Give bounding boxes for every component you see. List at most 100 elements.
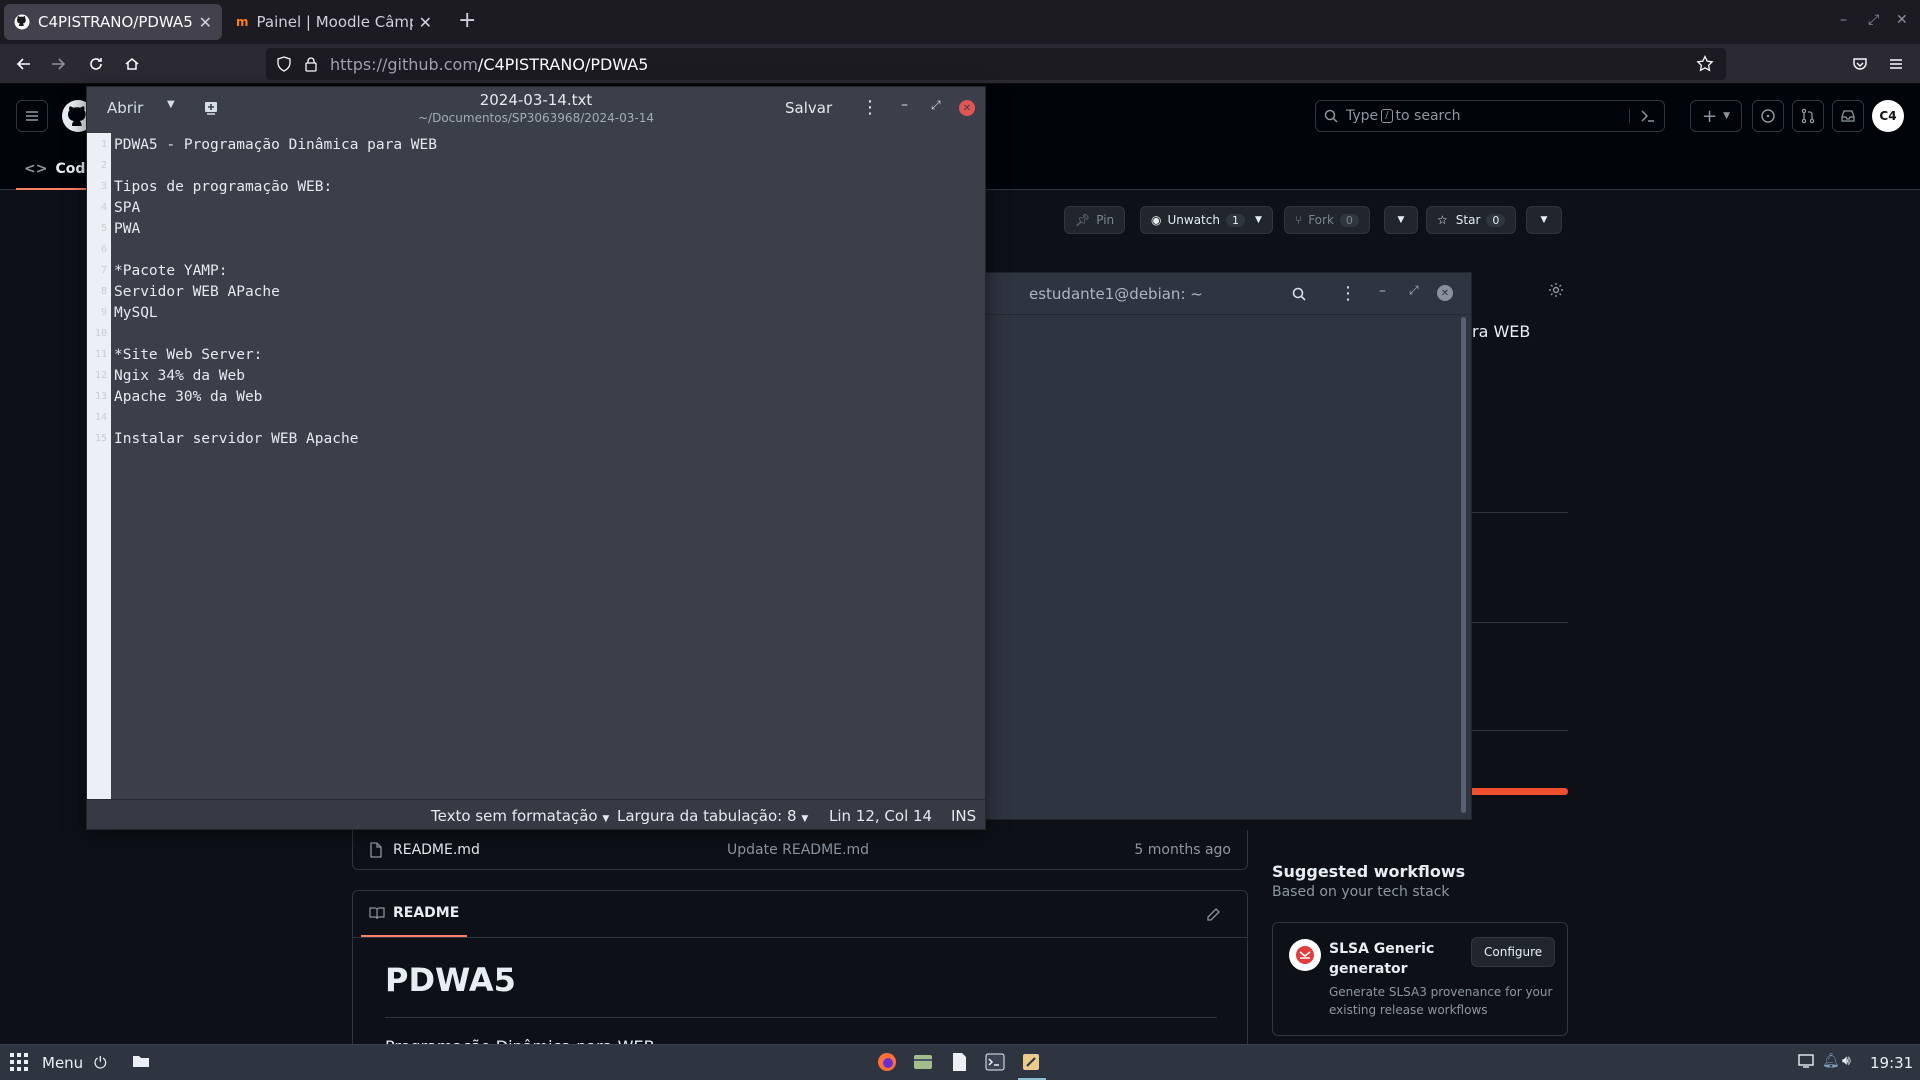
search-icon[interactable]: [1291, 286, 1307, 302]
shield-icon[interactable]: [276, 56, 292, 72]
text-line[interactable]: Tipos de programação WEB:: [114, 179, 332, 195]
url-text: https://github.com/C4PISTRANO/PDWA5: [330, 55, 648, 74]
commit-message-link[interactable]: Update README.md: [727, 842, 869, 858]
file-name-link[interactable]: README.md: [393, 842, 480, 858]
save-button[interactable]: Salvar: [785, 99, 832, 117]
minimize-icon[interactable]: –: [1379, 283, 1386, 299]
editor-headerbar[interactable]: 2024-03-14.txt ~/Documentos/SP3063968/20…: [87, 87, 985, 133]
document-app-icon[interactable]: [948, 1051, 972, 1075]
text-editor-window[interactable]: 2024-03-14.txt ~/Documentos/SP3063968/20…: [86, 86, 986, 830]
fork-label: Fork: [1308, 213, 1334, 227]
line-number: 9: [100, 307, 107, 318]
text-line[interactable]: Ngix 34% da Web: [114, 368, 245, 384]
bookmark-star-icon[interactable]: [1696, 55, 1714, 73]
close-window-icon[interactable]: ✕: [1896, 12, 1908, 28]
close-icon[interactable]: ✕: [959, 100, 975, 116]
home-icon[interactable]: [120, 52, 144, 76]
code-icon: <>: [24, 161, 48, 177]
terminal-window[interactable]: estudante1@debian: ~ ⋮ – ⤢ ✕: [960, 272, 1472, 820]
search-icon: [1324, 109, 1338, 123]
reload-icon[interactable]: [84, 52, 108, 76]
fork-button[interactable]: ⑂ Fork 0: [1284, 206, 1370, 234]
configure-button[interactable]: Configure: [1471, 937, 1556, 967]
fork-dropdown-button[interactable]: ▼: [1384, 206, 1418, 234]
maximize-icon[interactable]: ⤢: [931, 98, 941, 113]
menu-label[interactable]: Menu: [42, 1054, 83, 1072]
terminal-titlebar[interactable]: estudante1@debian: ~ ⋮ – ⤢ ✕: [961, 273, 1471, 315]
readme-tab[interactable]: README: [361, 891, 468, 937]
inbox-icon[interactable]: [1832, 100, 1864, 132]
kebab-menu-icon[interactable]: ⋮: [1339, 283, 1357, 304]
line-number: 6: [100, 244, 107, 255]
github-search-input[interactable]: Type / to search: [1315, 100, 1665, 132]
language-bar: [1472, 788, 1568, 795]
restore-window-icon[interactable]: ⤢: [1868, 12, 1879, 28]
folder-icon[interactable]: [132, 1053, 156, 1077]
text-line[interactable]: SPA: [114, 200, 140, 216]
text-line[interactable]: Instalar servidor WEB Apache: [114, 431, 358, 447]
kebab-menu-icon[interactable]: ⋮: [861, 97, 879, 118]
line-number: 7: [100, 265, 107, 276]
text-editor-app-icon[interactable]: [1020, 1051, 1044, 1075]
unwatch-label: Unwatch: [1167, 213, 1220, 227]
workflow-card: SLSA Generic generator Configure Generat…: [1272, 922, 1568, 1036]
minimize-icon[interactable]: –: [901, 97, 908, 113]
create-new-button[interactable]: + ▼: [1690, 100, 1742, 132]
minimize-window-icon[interactable]: –: [1840, 12, 1847, 28]
chevron-down-icon: ▼: [602, 814, 610, 824]
unwatch-button[interactable]: ◉ Unwatch 1 ▼: [1140, 206, 1273, 234]
text-line[interactable]: PWA: [114, 221, 140, 237]
file-title: 2024-03-14.txt: [479, 91, 593, 109]
terminal-app-icon[interactable]: [984, 1051, 1008, 1075]
files-app-icon[interactable]: [912, 1051, 936, 1075]
text-line[interactable]: Apache 30% da Web: [114, 389, 262, 405]
tab-github[interactable]: C4PISTRANO/PDWA5: Pr ✕: [4, 4, 222, 40]
tab-moodle[interactable]: m Painel | Moodle Câmpus ✕: [226, 4, 442, 40]
about-settings-gear-icon[interactable]: [1548, 282, 1564, 298]
text-line[interactable]: *Site Web Server:: [114, 347, 262, 363]
line-number: 1: [100, 139, 107, 150]
url-bar[interactable]: https://github.com/C4PISTRANO/PDWA5: [266, 48, 1726, 80]
maximize-icon[interactable]: ⤢: [1409, 283, 1419, 298]
tab-width-selector[interactable]: Largura da tabulação: 8 ▼: [617, 807, 808, 825]
file-list-row[interactable]: README.md Update README.md 5 months ago: [352, 830, 1248, 870]
github-icon: [14, 14, 30, 30]
text-area[interactable]: PDWA5 - Programação Dinâmica para WEB Tip…: [111, 133, 985, 799]
edit-pencil-icon[interactable]: [1205, 907, 1221, 923]
text-line[interactable]: PDWA5 - Programação Dinâmica para WEB: [114, 137, 437, 153]
issues-icon[interactable]: [1752, 100, 1784, 132]
text-line[interactable]: MySQL: [114, 305, 158, 321]
new-tab-button[interactable]: +: [458, 8, 476, 33]
forward-icon[interactable]: [46, 52, 70, 76]
star-dropdown-button[interactable]: ▼: [1526, 206, 1562, 234]
apps-grid-icon[interactable]: [8, 1051, 32, 1075]
line-number: 5: [100, 223, 107, 234]
pull-requests-icon[interactable]: [1792, 100, 1824, 132]
hamburger-menu-icon[interactable]: [16, 100, 48, 132]
open-dropdown-chevron-icon[interactable]: ▼: [167, 99, 175, 110]
pin-button[interactable]: 📌︎ Pin: [1064, 206, 1126, 234]
syntax-selector[interactable]: Texto sem formatação ▼: [431, 807, 609, 825]
text-line[interactable]: *Pacote YAMP:: [114, 263, 228, 279]
app-menu-icon[interactable]: [1884, 52, 1908, 76]
star-button[interactable]: ☆ Star 0: [1426, 206, 1517, 234]
close-tab-icon[interactable]: ✕: [199, 13, 212, 32]
text-line[interactable]: Servidor WEB APache: [114, 284, 280, 300]
pocket-icon[interactable]: [1848, 52, 1872, 76]
new-document-icon[interactable]: [203, 100, 219, 116]
command-palette-icon[interactable]: [1629, 109, 1656, 123]
open-button[interactable]: Abrir: [107, 99, 143, 117]
volume-icon[interactable]: 🔊︎: [1842, 1053, 1866, 1077]
clock[interactable]: 19:31: [1870, 1054, 1913, 1072]
display-icon[interactable]: [1798, 1053, 1822, 1077]
star-icon: ☆: [1437, 213, 1448, 227]
firefox-icon[interactable]: [876, 1051, 900, 1075]
power-icon[interactable]: ⏻: [94, 1053, 118, 1077]
close-tab-icon[interactable]: ✕: [419, 13, 432, 32]
terminal-scrollbar[interactable]: [1461, 317, 1466, 813]
cursor-position[interactable]: Lin 12, Col 14: [829, 807, 932, 825]
back-icon[interactable]: [12, 52, 36, 76]
close-icon[interactable]: ✕: [1437, 285, 1453, 301]
lock-icon[interactable]: [304, 56, 318, 72]
avatar[interactable]: C4: [1872, 100, 1904, 132]
